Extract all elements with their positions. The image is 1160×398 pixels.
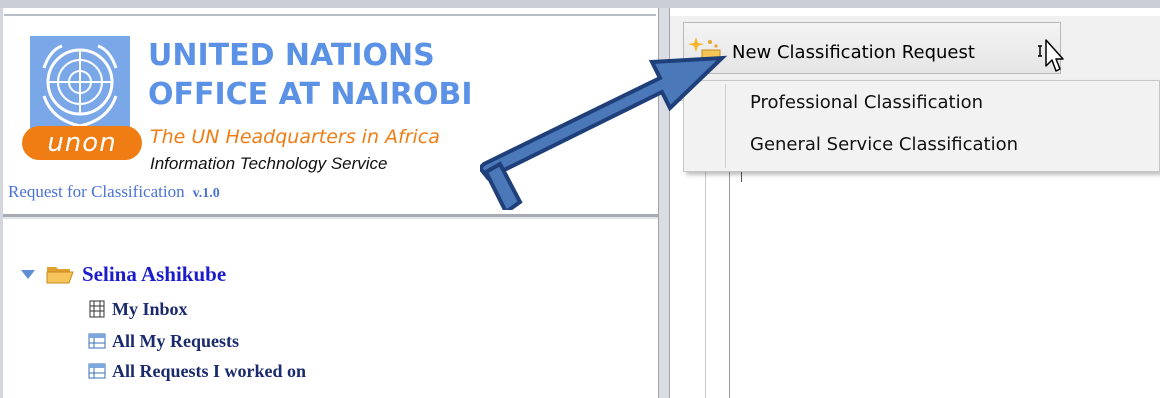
header-separator-shadow <box>3 217 658 219</box>
app-title-text: Request for Classification <box>8 182 185 201</box>
tree-item-all-my-requests[interactable]: All My Requests <box>88 330 239 352</box>
mouse-cursor-icon <box>1038 39 1064 72</box>
left-pane-border <box>0 8 3 398</box>
org-subline: Information Technology Service <box>150 154 388 173</box>
folder-open-icon <box>46 267 74 284</box>
window-top-strip <box>0 0 1160 8</box>
table-icon <box>88 333 106 349</box>
tree-root-user[interactable]: Selina Ashikube <box>20 262 226 286</box>
org-tagline: The UN Headquarters in Africa <box>150 126 440 148</box>
new-classification-request-label: New Classification Request <box>732 42 975 63</box>
tree-item-label: All Requests I worked on <box>112 360 307 381</box>
callout-arrow-icon <box>480 55 728 210</box>
table-icon <box>88 363 106 379</box>
org-name-line1: UNITED NATIONS <box>148 38 435 73</box>
tree-item-my-inbox[interactable]: My Inbox <box>88 298 188 320</box>
tree-item-label: All My Requests <box>112 330 239 351</box>
unon-badge: unon <box>22 126 142 160</box>
app-title: Request for Classification v.1.0 <box>8 182 220 202</box>
inbox-icon <box>89 300 105 318</box>
tree-root-label: Selina Ashikube <box>82 261 227 286</box>
un-emblem-icon <box>30 36 130 132</box>
org-name-line2: OFFICE AT NAIROBI <box>148 77 473 112</box>
menu-item-professional-classification[interactable]: Professional Classification <box>750 92 983 113</box>
app-version: v.1.0 <box>192 186 220 201</box>
chevron-down-icon[interactable] <box>20 266 36 282</box>
menu-item-general-service-classification[interactable]: General Service Classification <box>750 134 1018 155</box>
tree-item-label: My Inbox <box>112 298 188 319</box>
tree-item-all-requests-worked-on[interactable]: All Requests I worked on <box>88 360 306 382</box>
